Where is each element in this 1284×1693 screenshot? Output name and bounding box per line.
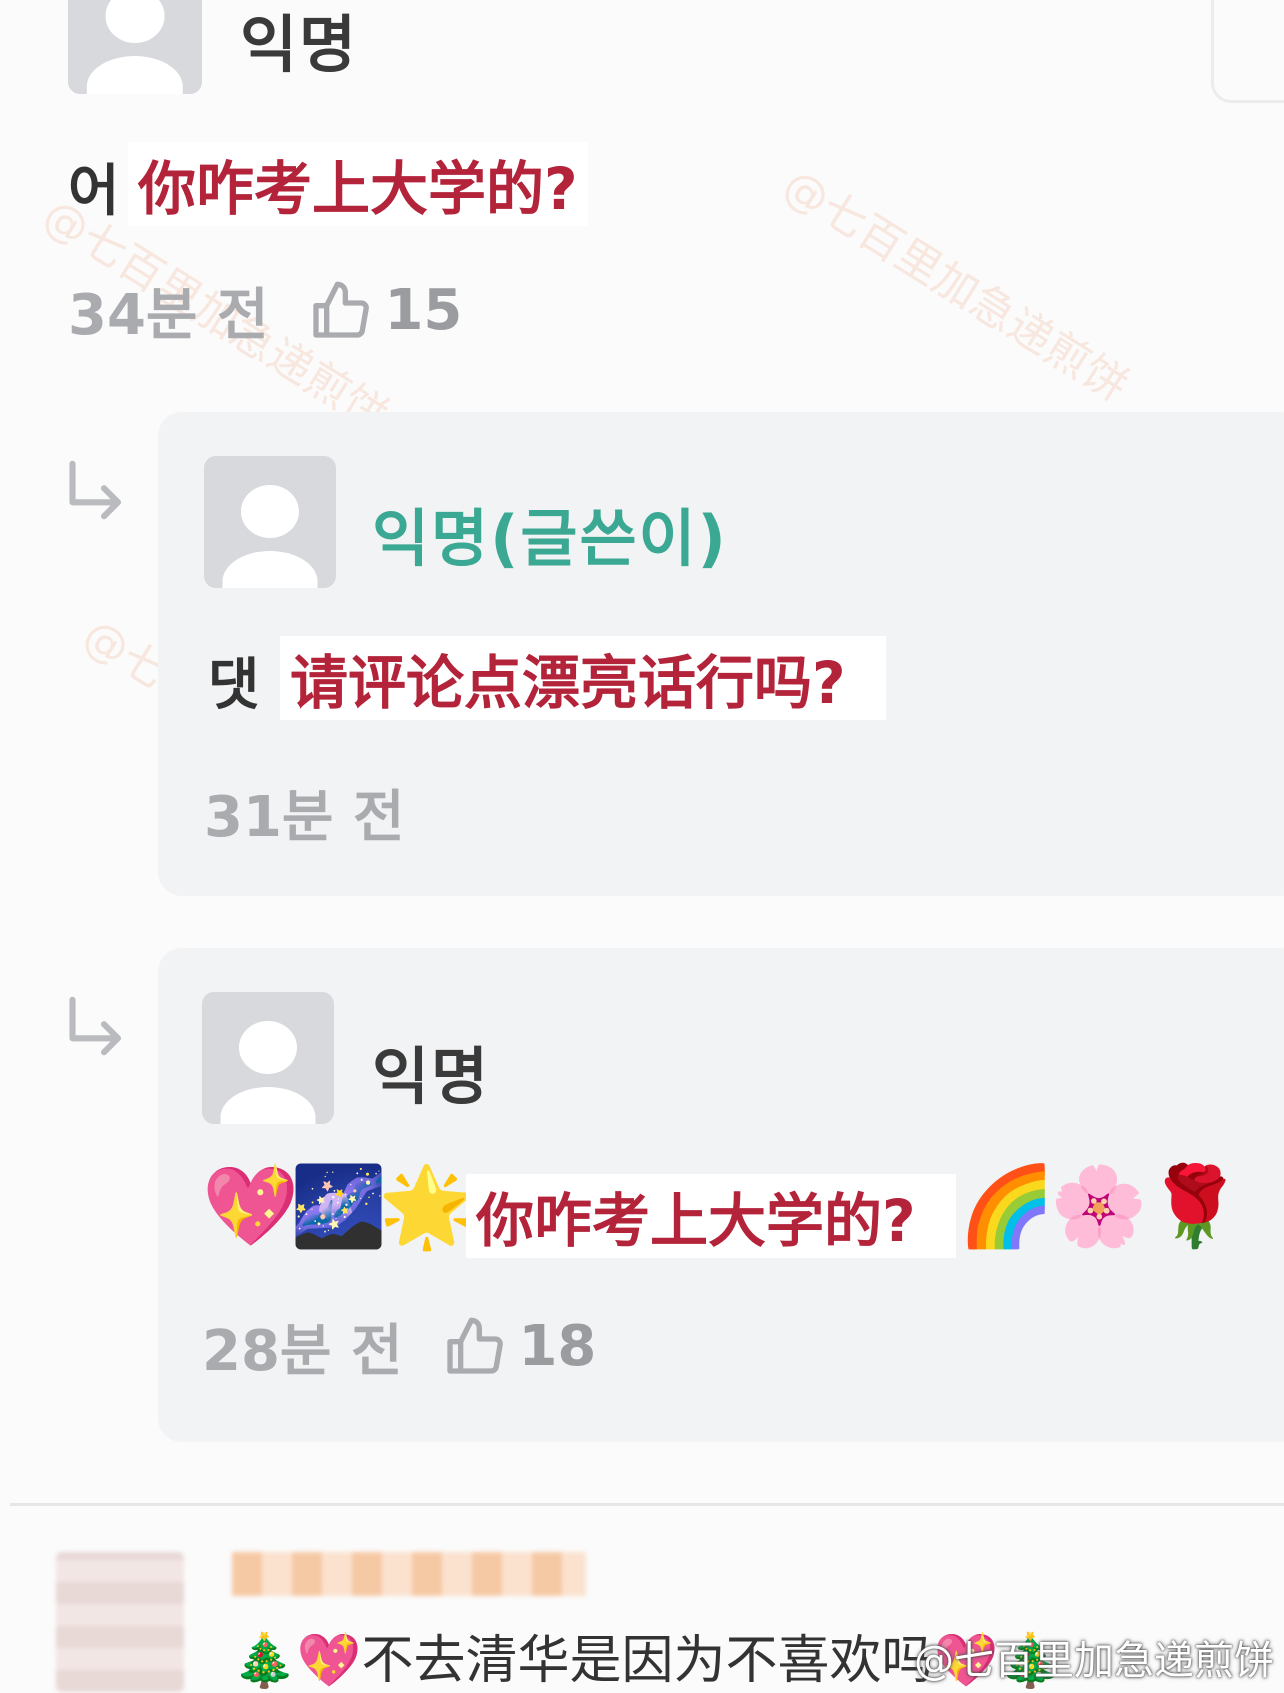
reply-text: 你咋考上大学的? [466,1174,956,1258]
flower-emoji: 🌸 [1050,1162,1148,1252]
avatar[interactable] [202,992,334,1124]
reply-arrow-icon [69,460,122,520]
rainbow-emoji: 🌈 [958,1162,1056,1252]
reply-text-prefix: 댓 [208,653,260,718]
rose-emoji: 🌹 [1146,1162,1244,1252]
comment-text: 你咋考上大学的? [128,142,588,226]
like-count: 15 [384,278,463,343]
reply-text: 请评论点漂亮话行吗? [280,636,886,720]
background-watermark: @七百里加急递煎饼 [774,159,1138,413]
comment-time: 34분 전 [68,283,269,348]
thumbs-up-icon[interactable] [308,279,372,343]
blurred-username [232,1552,586,1596]
avatar[interactable] [68,0,202,94]
reply-time: 31분 전 [204,785,405,850]
avatar[interactable] [204,456,336,588]
reply-meta: 31분 전 [204,772,404,853]
divider [10,1503,1284,1506]
reply-author: 익명 [372,1040,491,1113]
thumbs-up-icon[interactable] [442,1315,506,1379]
card-corner [1211,0,1284,103]
watermark: @七百里加急递煎饼 [914,1638,1274,1684]
like-count: 18 [518,1314,597,1379]
comment-author: 익명 [240,8,359,81]
reply-meta: 28분 전 18 [202,1306,596,1387]
comment-meta: 34분 전 15 [68,270,462,351]
comment-text-prefix: 어 [68,159,120,224]
reply-arrow-icon [69,996,122,1056]
star-emoji: 🌟 [378,1162,476,1252]
heart-emoji: 💖 [202,1162,300,1252]
blurred-avatar[interactable] [56,1552,184,1692]
reply-author: 익명(글쓴이) [372,502,728,575]
reply-time: 28분 전 [202,1319,403,1384]
night-sky-emoji: 🌌 [290,1162,388,1252]
